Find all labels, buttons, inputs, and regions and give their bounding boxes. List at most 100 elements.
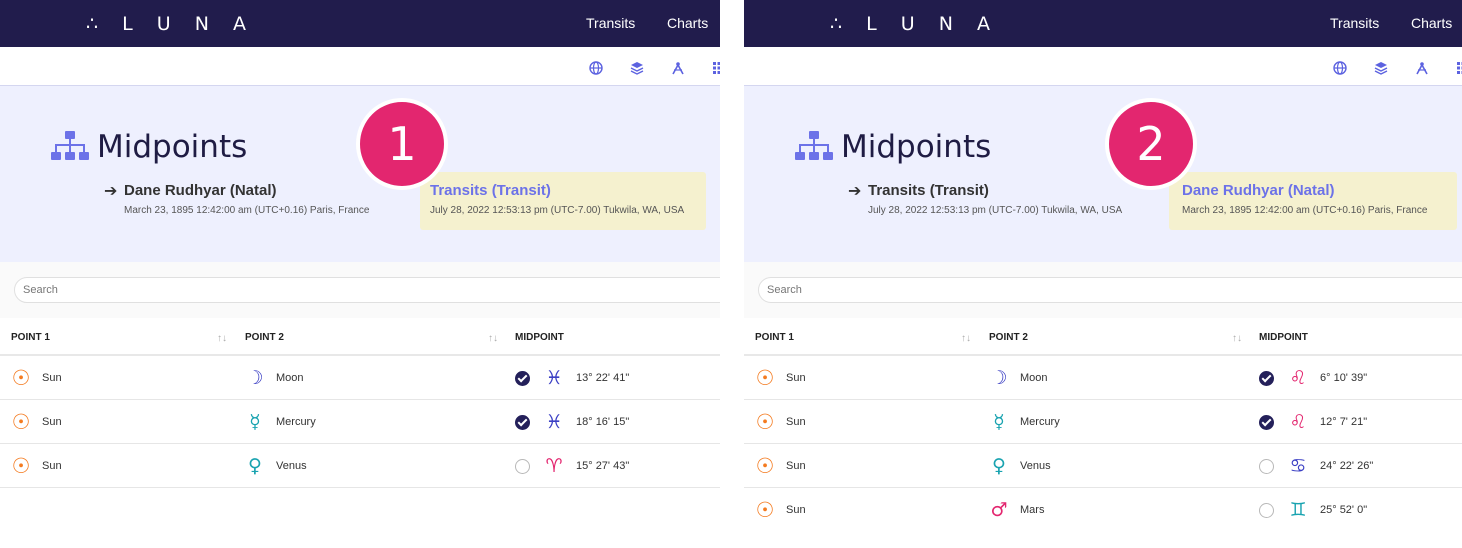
point-2-name: Mercury <box>276 416 316 428</box>
sun-icon: ☉ <box>11 454 31 478</box>
globe-icon[interactable] <box>1333 61 1347 75</box>
chart-toolbar <box>0 47 720 86</box>
point-2-name: Mars <box>1020 504 1045 516</box>
mercury-icon: ☿ <box>249 411 261 433</box>
primary-chart-details: July 28, 2022 12:53:13 pm (UTC-7.00) Tuk… <box>868 205 1123 216</box>
search-input[interactable] <box>758 277 1462 303</box>
mars-icon: ♂ <box>990 499 1008 520</box>
zodiac-sign-icon: ♋ <box>1289 455 1307 477</box>
luna-logo[interactable]: ∴ L U N A <box>86 13 255 35</box>
table-row[interactable]: ☉ Sun ☿ Mercury ♌ 12° 7' 21" <box>744 400 1462 444</box>
table-row[interactable]: ☉ Sun ☽ Moon ♓ 13° 22' 41" <box>0 356 720 400</box>
point-2-name: Venus <box>1020 460 1051 472</box>
page-header: Midpoints ➔ Transits (Transit) July 28, … <box>744 86 1462 262</box>
sun-icon: ☉ <box>755 366 775 390</box>
empty-circle-icon[interactable] <box>515 459 530 474</box>
check-circle-icon[interactable] <box>515 371 530 386</box>
point-1-name: Sun <box>786 416 806 428</box>
moon-icon: ☽ <box>246 367 264 389</box>
sun-icon: ☉ <box>755 410 775 434</box>
point-2-name: Venus <box>276 460 307 472</box>
top-navbar: ∴ L U N A Transits Charts <box>744 0 1462 47</box>
grid-icon[interactable] <box>1456 61 1462 75</box>
zodiac-sign-icon: ♈ <box>545 455 563 477</box>
secondary-chart-details: July 28, 2022 12:53:13 pm (UTC-7.00) Tuk… <box>430 205 685 216</box>
midpoint-degree: 13° 22' 41" <box>576 372 630 384</box>
nav-transits-link[interactable]: Transits <box>1330 15 1379 31</box>
point-1-name: Sun <box>786 460 806 472</box>
point-1-name: Sun <box>786 372 806 384</box>
column-header-point-2[interactable]: POINT 2 <box>989 332 1028 343</box>
page-title: Midpoints <box>841 129 992 165</box>
table-row[interactable]: ☉ Sun ♂ Mars ♊ 25° 52' 0" <box>744 488 1462 520</box>
zodiac-sign-icon: ♊ <box>1289 499 1307 520</box>
sort-icon[interactable]: ↑↓ <box>488 333 498 344</box>
search-bar <box>744 262 1462 318</box>
midpoint-degree: 6° 10' 39" <box>1320 372 1368 384</box>
midpoint-degree: 15° 27' 43" <box>576 460 630 472</box>
secondary-chart-card[interactable]: Transits (Transit) July 28, 2022 12:53:1… <box>420 172 706 230</box>
sort-icon[interactable]: ↑↓ <box>961 333 971 344</box>
nav-charts-link[interactable]: Charts <box>667 15 708 31</box>
arrow-right-icon: ➔ <box>848 183 862 200</box>
compass-icon[interactable] <box>1415 61 1429 75</box>
zodiac-sign-icon: ♓ <box>545 367 563 389</box>
check-circle-icon[interactable] <box>1259 371 1274 386</box>
nav-charts-link[interactable]: Charts <box>1411 15 1452 31</box>
midpoint-degree: 12° 7' 21" <box>1320 416 1368 428</box>
secondary-chart-card[interactable]: Dane Rudhyar (Natal) March 23, 1895 12:4… <box>1169 172 1457 230</box>
column-header-midpoint[interactable]: MIDPOINT <box>515 332 564 343</box>
midpoint-degree: 25° 52' 0" <box>1320 504 1368 516</box>
grid-icon[interactable] <box>712 61 720 75</box>
chart-toolbar <box>744 47 1462 86</box>
comparison-stage: ∴ L U N A Transits Charts Midpoints ➔ Da… <box>0 0 1462 548</box>
compass-icon[interactable] <box>671 61 685 75</box>
column-header-midpoint[interactable]: MIDPOINT <box>1259 332 1308 343</box>
sort-icon[interactable]: ↑↓ <box>217 333 227 344</box>
zodiac-sign-icon: ♌ <box>1289 411 1307 433</box>
layers-icon[interactable] <box>1374 61 1388 75</box>
secondary-chart-name[interactable]: Dane Rudhyar (Natal) <box>1182 182 1335 199</box>
primary-chart-name[interactable]: Dane Rudhyar (Natal) <box>124 182 277 199</box>
search-bar <box>0 262 720 318</box>
column-header-point-1[interactable]: POINT 1 <box>11 332 50 343</box>
search-input[interactable] <box>14 277 720 303</box>
step-badge: 1 <box>356 98 448 190</box>
layers-icon[interactable] <box>630 61 644 75</box>
moon-icon: ☽ <box>990 367 1008 389</box>
globe-icon[interactable] <box>589 61 603 75</box>
table-row[interactable]: ☉ Sun ☿ Mercury ♓ 18° 16' 15" <box>0 400 720 444</box>
luna-logo[interactable]: ∴ L U N A <box>830 13 999 35</box>
column-header-point-2[interactable]: POINT 2 <box>245 332 284 343</box>
table-row[interactable]: ☉ Sun ☽ Moon ♌ 6° 10' 39" <box>744 356 1462 400</box>
table-header: POINT 1 ↑↓ POINT 2 ↑↓ MIDPOINT <box>744 318 1462 356</box>
step-badge: 2 <box>1105 98 1197 190</box>
sun-icon: ☉ <box>755 454 775 478</box>
check-circle-icon[interactable] <box>1259 415 1274 430</box>
primary-chart-name[interactable]: Transits (Transit) <box>868 182 989 199</box>
table-row[interactable]: ☉ Sun ♀ Venus ♈ 15° 27' 43" <box>0 444 720 488</box>
table-row[interactable]: ☉ Sun ♀ Venus ♋ 24° 22' 26" <box>744 444 1462 488</box>
point-1-name: Sun <box>42 416 62 428</box>
venus-icon: ♀ <box>992 455 1006 477</box>
check-circle-icon[interactable] <box>515 415 530 430</box>
primary-chart-details: March 23, 1895 12:42:00 am (UTC+0.16) Pa… <box>124 205 370 216</box>
top-navbar: ∴ L U N A Transits Charts <box>0 0 720 47</box>
secondary-chart-details: March 23, 1895 12:42:00 am (UTC+0.16) Pa… <box>1182 205 1428 216</box>
midpoint-degree: 18° 16' 15" <box>576 416 630 428</box>
secondary-chart-name[interactable]: Transits (Transit) <box>430 182 551 199</box>
mercury-icon: ☿ <box>993 411 1005 433</box>
empty-circle-icon[interactable] <box>1259 459 1274 474</box>
sort-icon[interactable]: ↑↓ <box>1232 333 1242 344</box>
point-2-name: Moon <box>276 372 304 384</box>
zodiac-sign-icon: ♓ <box>545 411 563 433</box>
panel-step-2: ∴ L U N A Transits Charts Midpoints ➔ Tr… <box>744 0 1462 520</box>
point-1-name: Sun <box>42 460 62 472</box>
column-header-point-1[interactable]: POINT 1 <box>755 332 794 343</box>
sitemap-icon <box>50 130 90 162</box>
empty-circle-icon[interactable] <box>1259 503 1274 518</box>
point-1-name: Sun <box>786 504 806 516</box>
nav-transits-link[interactable]: Transits <box>586 15 635 31</box>
point-1-name: Sun <box>42 372 62 384</box>
sun-icon: ☉ <box>755 498 775 521</box>
